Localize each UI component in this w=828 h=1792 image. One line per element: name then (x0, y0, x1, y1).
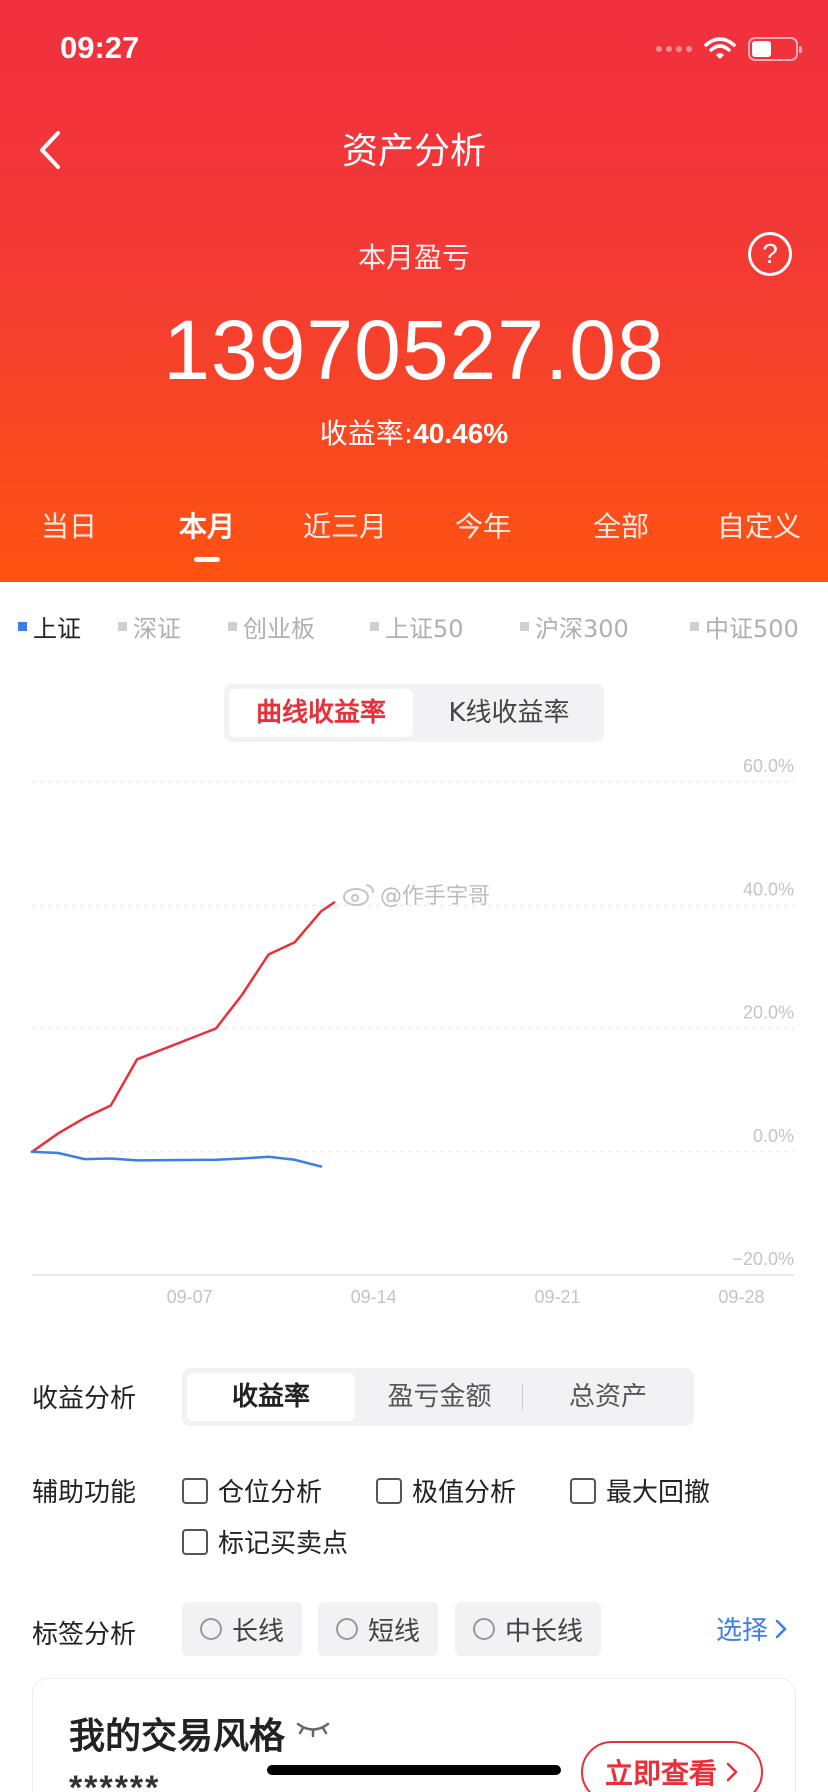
tab-this-month[interactable]: 本月 (138, 505, 276, 565)
month-pnl-label: 本月盈亏 (357, 241, 470, 274)
x-tick-label: 09-21 (534, 1287, 580, 1307)
x-tick-label: 09-28 (718, 1287, 764, 1307)
header: 09:27 资产分析 本月盈亏 ? 13970527.08 收益率:40.46%… (0, 0, 828, 582)
return-rate-label: 收益率: (319, 417, 414, 450)
tags-label: 标签分析 (32, 1620, 137, 1650)
battery-icon (748, 37, 802, 61)
analysis-label: 收益分析 (32, 1384, 137, 1414)
curve-type-toggle: 曲线收益率 K线收益率 (224, 684, 604, 742)
index-legend: 上证 深证 创业板 上证50 沪深300 中证500 (0, 609, 828, 649)
y-tick-label: 60.0% (743, 756, 794, 776)
aux-label: 辅助功能 (32, 1478, 137, 1508)
tab-today[interactable]: 当日 (0, 505, 138, 565)
y-tick-label: −20.0% (732, 1249, 794, 1269)
trading-style-title: 我的交易风格 (69, 1716, 286, 1757)
watermark-text: @作手宇哥 (380, 884, 491, 909)
wifi-icon (704, 37, 736, 59)
x-tick-label: 09-14 (351, 1287, 397, 1307)
home-indicator (267, 1765, 561, 1775)
page-title: 资产分析 (341, 131, 486, 172)
tag-long-term[interactable]: 长线 (182, 1602, 302, 1656)
index-csi500[interactable]: 中证500 (690, 609, 799, 644)
chevron-right-icon (726, 1762, 738, 1782)
index-chinext[interactable]: 创业板 (228, 609, 315, 644)
curve-return-option[interactable]: 曲线收益率 (229, 689, 413, 737)
pnl-amount: 13970527.08 (163, 303, 665, 397)
index-shenzhen[interactable]: 深证 (118, 609, 181, 644)
signal-icon (656, 46, 692, 52)
analysis-segment: 收益率 盈亏金额 总资产 (182, 1368, 694, 1426)
index-csi300[interactable]: 沪深300 (520, 609, 629, 644)
series-line-index (30, 1150, 323, 1168)
tab-three-months[interactable]: 近三月 (276, 505, 414, 565)
segment-return-rate[interactable]: 收益率 (187, 1373, 355, 1421)
help-icon[interactable]: ? (748, 232, 792, 276)
weibo-icon (343, 884, 374, 906)
status-icons (656, 36, 802, 62)
index-sse50[interactable]: 上证50 (370, 609, 464, 644)
tag-short-term[interactable]: 短线 (318, 1602, 438, 1656)
status-time: 09:27 (60, 30, 140, 65)
y-tick-label: 40.0% (743, 879, 794, 899)
y-tick-label: 0.0% (753, 1126, 794, 1146)
checkbox-mark-trades[interactable]: 标记买卖点 (182, 1523, 348, 1560)
select-tags-link[interactable]: 选择 (716, 1610, 788, 1647)
view-now-button[interactable]: 立即查看 (581, 1741, 763, 1792)
tag-mid-long-term[interactable]: 中长线 (455, 1602, 601, 1656)
tab-custom[interactable]: 自定义 (690, 505, 828, 565)
segment-total-assets[interactable]: 总资产 (527, 1373, 689, 1421)
kline-return-option[interactable]: K线收益率 (419, 689, 599, 737)
segment-pnl-amount[interactable]: 盈亏金额 (357, 1373, 522, 1421)
checkbox-position-analysis[interactable]: 仓位分析 (182, 1472, 322, 1509)
y-tick-label: 20.0% (743, 1003, 794, 1023)
masked-style: ****** (69, 1769, 161, 1792)
chevron-right-icon (775, 1619, 787, 1638)
x-tick-label: 09-07 (167, 1287, 213, 1307)
return-rate: 收益率:40.46% (0, 412, 828, 452)
series-line-portfolio (30, 901, 336, 1154)
tab-this-year[interactable]: 今年 (414, 505, 552, 565)
period-tabs: 当日 本月 近三月 今年 全部 自定义 (0, 505, 828, 565)
checkbox-max-drawdown[interactable]: 最大回撤 (570, 1472, 710, 1509)
eye-closed-icon[interactable] (295, 1719, 331, 1739)
return-chart: 60.0% 40.0% 20.0% 0.0% −20.0% 09-07 09-14 09-21… (30, 756, 794, 1307)
index-shanghai[interactable]: 上证 (18, 609, 81, 644)
segment-divider (522, 1384, 523, 1410)
checkbox-extreme-analysis[interactable]: 极值分析 (376, 1472, 516, 1509)
tab-all[interactable]: 全部 (552, 505, 690, 565)
watermark: @作手宇哥 (342, 878, 490, 910)
return-rate-value: 40.46% (413, 418, 509, 449)
